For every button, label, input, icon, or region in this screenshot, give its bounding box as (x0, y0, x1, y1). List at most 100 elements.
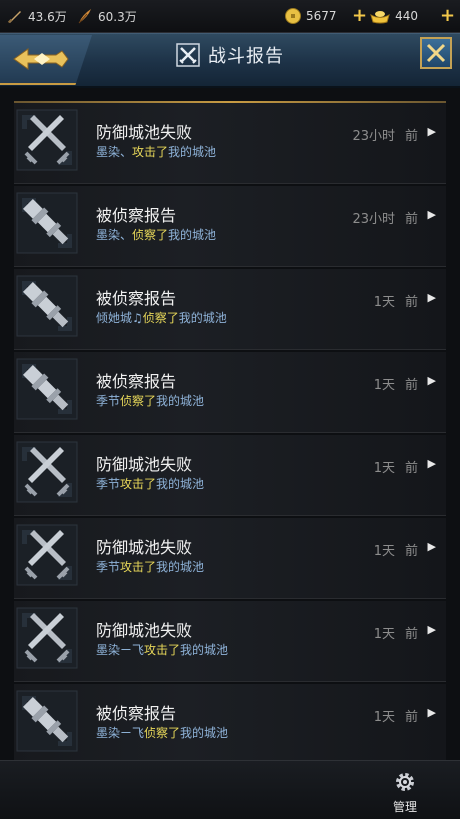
report-action: 攻击了 (144, 643, 181, 657)
report-time-value: 1天 (373, 461, 395, 476)
report-target: 我的城池 (168, 228, 217, 242)
coin-icon (285, 8, 301, 24)
report-actor: 季节 (96, 560, 121, 574)
report-action: 攻击了 (120, 477, 157, 491)
report-action: 侦察了 (142, 311, 179, 325)
gold-value: 5677 (306, 9, 337, 23)
plus-icon[interactable]: + (440, 7, 455, 25)
report-action: 侦察了 (120, 394, 157, 408)
report-target: 我的城池 (156, 477, 205, 491)
spyglass-report-icon (16, 690, 78, 752)
report-time: 1天前 (374, 291, 418, 310)
report-title: 被侦察报告 (96, 289, 177, 308)
report-description: 墨染、攻击了我的城池 (96, 143, 216, 160)
report-target: 我的城池 (180, 726, 229, 740)
report-time-suffix: 前 (404, 129, 418, 144)
report-time-suffix: 前 (404, 627, 418, 642)
report-title: 防御城池失败 (96, 538, 193, 557)
report-title: 被侦察报告 (96, 206, 177, 225)
report-description: 墨染ㄧ飞攻击了我的城池 (96, 641, 228, 658)
manage-button[interactable]: 管理 (385, 770, 425, 815)
attack-value: 60.3万 (98, 9, 137, 24)
report-time-suffix: 前 (404, 378, 418, 393)
report-time-value: 1天 (373, 378, 395, 393)
chevron-right-icon[interactable]: ▶ (428, 706, 436, 719)
report-target: 我的城池 (168, 145, 217, 159)
crossed-swords-report-icon (16, 607, 78, 669)
spyglass-report-icon (16, 275, 78, 337)
feather-resource-icon (78, 9, 91, 24)
power-value: 43.6万 (28, 9, 67, 24)
ingot-resource[interactable]: + 440 (352, 6, 418, 26)
report-time: 23小时前 (352, 125, 418, 144)
report-time-value: 1天 (373, 295, 395, 310)
report-description: 倾她城♫侦察了我的城池 (96, 309, 227, 326)
report-actor: 倾她城♫ (96, 311, 143, 325)
crossed-swords-report-icon (16, 441, 78, 503)
report-time: 23小时前 (352, 208, 418, 227)
add-ingot-icon[interactable]: + (352, 7, 367, 25)
report-time-value: 1天 (373, 544, 395, 559)
report-row[interactable]: 被侦察报告 墨染ㄧ飞侦察了我的城池 1天前 ▶ (14, 684, 446, 765)
report-title: 防御城池失败 (96, 455, 193, 474)
report-time: 1天前 (374, 623, 418, 642)
page-title: 战斗报告 (208, 46, 284, 67)
chevron-right-icon[interactable]: ▶ (428, 125, 436, 138)
attack-resource: 60.3万 (76, 6, 137, 26)
report-target: 我的城池 (178, 311, 227, 325)
report-title: 防御城池失败 (96, 621, 193, 640)
chevron-right-icon[interactable]: ▶ (428, 291, 436, 304)
report-time: 1天前 (374, 457, 418, 476)
report-time-suffix: 前 (404, 212, 418, 227)
report-row[interactable]: 被侦察报告 倾她城♫侦察了我的城池 1天前 ▶ (14, 269, 446, 350)
report-time: 1天前 (374, 706, 418, 725)
report-actor: 墨染ㄧ飞 (96, 643, 145, 657)
report-row[interactable]: 防御城池失败 季节攻击了我的城池 1天前 ▶ (14, 435, 446, 516)
report-time-value: 1天 (373, 627, 395, 642)
sword-resource-icon (7, 11, 21, 24)
chevron-right-icon[interactable]: ▶ (428, 623, 436, 636)
report-title: 被侦察报告 (96, 372, 177, 391)
report-row[interactable]: 防御城池失败 墨染、攻击了我的城池 23小时前 ▶ (14, 103, 446, 184)
close-button[interactable] (420, 37, 452, 69)
report-time-suffix: 前 (404, 710, 418, 725)
chevron-right-icon[interactable]: ▶ (428, 208, 436, 221)
spyglass-report-icon (16, 192, 78, 254)
report-action: 攻击了 (132, 145, 169, 159)
report-actor: 墨染、 (96, 228, 133, 242)
report-row[interactable]: 防御城池失败 季节攻击了我的城池 1天前 ▶ (14, 518, 446, 599)
report-actor: 墨染ㄧ飞 (96, 726, 145, 740)
gold-resource: 5677 (284, 6, 337, 26)
spyglass-report-icon (16, 358, 78, 420)
report-row[interactable]: 被侦察报告 墨染、侦察了我的城池 23小时前 ▶ (14, 186, 446, 267)
manage-label: 管理 (392, 800, 417, 814)
report-time-value: 1天 (373, 710, 395, 725)
report-time-suffix: 前 (404, 544, 418, 559)
report-actor: 墨染、 (96, 145, 133, 159)
report-action: 侦察了 (144, 726, 181, 740)
report-target: 我的城池 (156, 394, 205, 408)
report-description: 季节侦察了我的城池 (96, 392, 204, 409)
header-title-group: 战斗报告 (0, 42, 460, 68)
report-description: 季节攻击了我的城池 (96, 475, 204, 492)
report-description: 墨染ㄧ飞侦察了我的城池 (96, 724, 228, 741)
report-actor: 季节 (96, 477, 121, 491)
report-row[interactable]: 被侦察报告 季节侦察了我的城池 1天前 ▶ (14, 352, 446, 433)
report-action: 攻击了 (120, 560, 157, 574)
add-resource-button[interactable]: + (440, 6, 457, 26)
report-list: 防御城池失败 墨染、攻击了我的城池 23小时前 ▶ 被侦察报告 墨染、侦察了我的… (14, 103, 446, 767)
report-time-suffix: 前 (404, 461, 418, 476)
ingot-icon (370, 11, 390, 24)
report-actor: 季节 (96, 394, 121, 408)
gear-icon (396, 773, 414, 791)
crossed-swords-report-icon (16, 109, 78, 171)
report-row[interactable]: 防御城池失败 墨染ㄧ飞攻击了我的城池 1天前 ▶ (14, 601, 446, 682)
chevron-right-icon[interactable]: ▶ (428, 374, 436, 387)
chevron-right-icon[interactable]: ▶ (428, 457, 436, 470)
ingot-value: 440 (395, 9, 418, 23)
report-time: 1天前 (374, 540, 418, 559)
crossed-swords-icon (176, 43, 200, 67)
report-action: 侦察了 (132, 228, 169, 242)
crossed-swords-report-icon (16, 524, 78, 586)
chevron-right-icon[interactable]: ▶ (428, 540, 436, 553)
